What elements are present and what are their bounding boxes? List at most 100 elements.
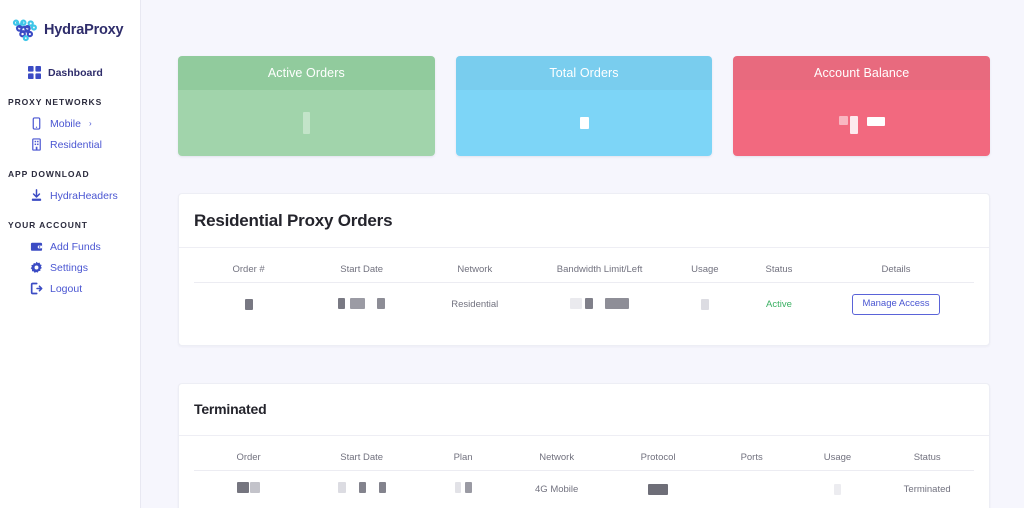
- redacted-value-block: [579, 117, 589, 129]
- hydra-knot-logo-icon: [12, 17, 38, 43]
- panel-header: Residential Proxy Orders: [179, 194, 989, 248]
- sidebar-item-label: HydraHeaders: [50, 189, 118, 202]
- mobile-phone-icon: [30, 117, 43, 130]
- residential-proxy-orders-panel: Residential Proxy Orders Order # Start D…: [178, 193, 990, 347]
- terminated-orders-table: Order Start Date Plan Network Protocol P…: [194, 446, 974, 506]
- redacted-value-block: [585, 297, 594, 309]
- table-header-row: Order Start Date Plan Network Protocol P…: [194, 446, 974, 472]
- cell-order: [194, 471, 303, 507]
- column-header-start-date: Start Date: [303, 446, 421, 472]
- stat-card-active-orders: Active Orders: [178, 56, 435, 156]
- sidebar-item-label: Mobile: [50, 117, 81, 130]
- redacted-value-block: [377, 297, 386, 309]
- building-icon: [30, 138, 43, 151]
- terminated-panel: Terminated Order Start Date Plan Network: [178, 383, 990, 508]
- cell-bandwidth: [529, 283, 669, 326]
- cell-network: Residential: [451, 299, 499, 311]
- sidebar: HydraProxy Dashboard PROXY NETWORKS Mobi…: [0, 0, 141, 508]
- download-icon: [30, 189, 43, 202]
- stat-cards: Active Orders Total Orders Account Balan…: [178, 56, 991, 156]
- cell-network: 4G Mobile: [535, 483, 579, 495]
- gear-icon: [30, 261, 43, 274]
- sidebar-section-title-app-download: APP DOWNLOAD: [8, 169, 90, 179]
- column-header-network: Network: [505, 446, 608, 472]
- redacted-value-block: [244, 299, 253, 311]
- stat-card-title: Total Orders: [455, 56, 713, 90]
- table-row: 4G Mobile Terminated: [194, 471, 974, 507]
- stat-card-title: Active Orders: [178, 56, 435, 90]
- redacted-value-block: [648, 483, 669, 495]
- sidebar-item-residential[interactable]: Residential: [0, 134, 140, 155]
- sidebar-item-settings[interactable]: Settings: [0, 257, 140, 278]
- redacted-value-block: [570, 297, 583, 309]
- redacted-value-block: [337, 482, 346, 494]
- column-header-protocol: Protocol: [607, 446, 709, 472]
- redacted-value-block: [838, 115, 848, 125]
- page-title: Residential Proxy Orders: [194, 211, 393, 230]
- redacted-value-block: [700, 299, 709, 311]
- stat-card-title: Account Balance: [733, 56, 991, 90]
- column-header-order: Order: [194, 446, 304, 472]
- column-header-status: Status: [739, 258, 818, 283]
- terminated-title: Terminated: [194, 401, 267, 418]
- cell-start-date: [303, 283, 420, 326]
- residential-orders-table: Order # Start Date Network Bandwidth Lim…: [194, 258, 974, 325]
- redacted-value-block: [237, 482, 250, 494]
- logout-icon: [30, 282, 43, 295]
- dashboard-page: HydraProxy Dashboard PROXY NETWORKS Mobi…: [0, 0, 1024, 508]
- wallet-icon: [30, 240, 43, 253]
- redacted-value-block: [464, 482, 472, 494]
- sidebar-item-label: Logout: [50, 282, 83, 295]
- column-header-plan: Plan: [420, 446, 506, 472]
- redacted-value-block: [338, 297, 346, 309]
- brand-name: HydraProxy: [44, 22, 124, 38]
- column-header-status: Status: [880, 446, 974, 472]
- redacted-value-block: [866, 116, 885, 126]
- sidebar-item-label: Settings: [50, 261, 88, 274]
- redacted-value-block: [302, 112, 310, 134]
- column-header-network: Network: [420, 258, 530, 283]
- column-header-details: Details: [817, 258, 974, 283]
- redacted-value-block: [849, 116, 858, 134]
- sidebar-item-hydraheaders[interactable]: HydraHeaders: [0, 185, 140, 206]
- sidebar-item-label: Residential: [50, 138, 102, 151]
- panel-header: Terminated: [179, 384, 989, 437]
- stat-card-value-account-balance: [733, 90, 991, 156]
- panel-body: Order Start Date Plan Network Protocol P…: [179, 436, 989, 508]
- redacted-value-block: [250, 482, 261, 494]
- main-content: Active Orders Total Orders Account Balan…: [141, 0, 1024, 508]
- cell-usage: [795, 471, 881, 507]
- grid-dashboard-icon: [28, 66, 41, 79]
- column-header-usage: Usage: [794, 446, 881, 472]
- column-header-start-date: Start Date: [303, 258, 421, 283]
- sidebar-section-title-your-account: YOUR ACCOUNT: [8, 220, 88, 230]
- redacted-value-block: [358, 482, 366, 494]
- column-header-ports: Ports: [708, 446, 795, 472]
- stat-card-total-orders: Total Orders: [455, 56, 713, 156]
- stat-card-account-balance: Account Balance: [733, 56, 991, 156]
- chevron-right-icon: ›: [88, 119, 92, 128]
- brand-logo[interactable]: HydraProxy: [0, 0, 140, 46]
- cell-start-date: [303, 471, 420, 507]
- redacted-value-block: [833, 483, 841, 495]
- status-badge: Active: [766, 299, 792, 311]
- panel-body: Order # Start Date Network Bandwidth Lim…: [179, 248, 989, 345]
- manage-access-button[interactable]: Manage Access: [852, 294, 940, 316]
- stat-card-value-active-orders: [178, 90, 435, 156]
- sidebar-item-logout[interactable]: Logout: [0, 278, 140, 299]
- sidebar-item-label: Dashboard: [48, 66, 103, 79]
- table-row: Residential Active Manage Access: [194, 283, 974, 326]
- sidebar-item-add-funds[interactable]: Add Funds: [0, 236, 140, 257]
- cell-protocol: [607, 471, 708, 507]
- sidebar-item-mobile[interactable]: Mobile ›: [0, 113, 140, 134]
- cell-ports: [709, 471, 795, 507]
- redacted-value-block: [454, 482, 461, 494]
- sidebar-item-label: Add Funds: [50, 240, 101, 253]
- sidebar-item-dashboard[interactable]: Dashboard: [0, 62, 140, 83]
- cell-details: Manage Access: [818, 283, 974, 326]
- redacted-value-block: [378, 482, 386, 494]
- redacted-value-block: [605, 297, 630, 309]
- cell-usage: [670, 283, 740, 326]
- stat-card-value-total-orders: [455, 90, 713, 156]
- status-badge: Terminated: [903, 483, 951, 495]
